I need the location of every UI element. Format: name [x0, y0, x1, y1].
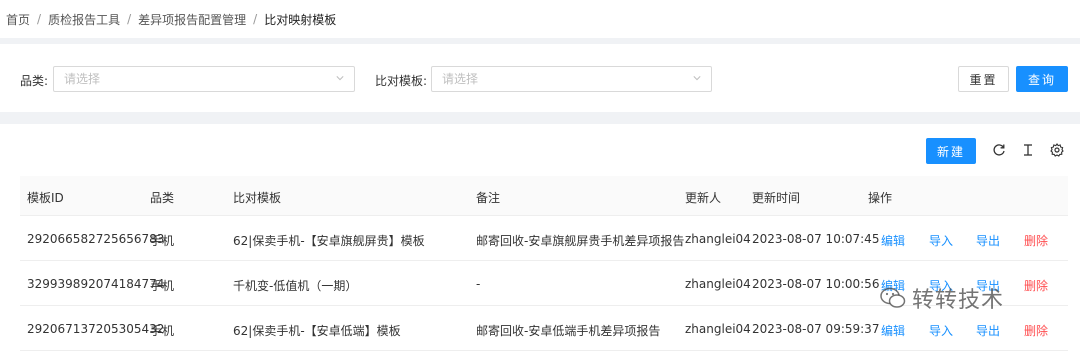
template-placeholder: 请选择	[442, 72, 479, 86]
breadcrumb-current: 比对映射模板	[264, 12, 337, 27]
breadcrumb: 首页 / 质检报告工具 / 差异项报告配置管理 / 比对映射模板	[0, 0, 1080, 38]
chevron-down-icon	[693, 76, 701, 81]
reset-button[interactable]: 重置	[958, 66, 1009, 92]
delete-link[interactable]: 删除	[1024, 277, 1048, 294]
watermark-text: 转转技术	[912, 288, 1005, 313]
import-link[interactable]: 导入	[929, 322, 953, 339]
import-link[interactable]: 导入	[929, 232, 953, 249]
table-header: 模板ID 品类 比对模板 备注 更新人 更新时间 操作	[20, 176, 1068, 216]
cell-updater: zhanglei04	[685, 322, 751, 336]
table-row: 292066582725656783 手机 62|保卖手机-【安卓旗舰屏贵】模板…	[20, 216, 1068, 261]
cell-remark: 邮寄回收-安卓旗舰屏贵手机差异项报告	[476, 234, 685, 248]
column-header-category[interactable]: 品类	[150, 189, 174, 206]
cell-template: 62|保卖手机-【安卓旗舰屏贵】模板	[233, 234, 425, 248]
breadcrumb-separator: /	[37, 12, 42, 26]
filter-panel: 品类: 请选择 比对模板: 请选择 重置 查询	[0, 44, 1080, 112]
column-header-updater[interactable]: 更新人	[685, 189, 721, 206]
breadcrumb-quality-report-tool[interactable]: 质检报告工具	[48, 11, 120, 28]
cell-updated-at: 2023-08-07 10:00:56	[752, 277, 880, 291]
cell-template-id: 292066582725656783	[27, 232, 165, 246]
cell-remark: 邮寄回收-安卓低端手机差异项报告	[476, 324, 661, 338]
cell-template: 千机变-低值机（一期）	[233, 279, 358, 293]
reload-icon[interactable]	[992, 143, 1006, 157]
column-header-template-id[interactable]: 模板ID	[27, 189, 64, 206]
export-link[interactable]: 导出	[976, 322, 1000, 339]
breadcrumb-diff-report-config[interactable]: 差异项报告配置管理	[138, 11, 246, 28]
cell-remark: -	[476, 277, 481, 291]
column-header-remark[interactable]: 备注	[476, 189, 500, 206]
template-label: 比对模板:	[375, 74, 428, 88]
new-button[interactable]: 新建	[926, 138, 976, 164]
cell-updater: zhanglei04	[685, 277, 751, 291]
category-label: 品类:	[20, 74, 49, 88]
cell-category: 手机	[150, 234, 175, 248]
breadcrumb-separator: /	[253, 12, 258, 26]
table-panel: 新建 模板ID 品类 比对模板 备注 更新人 更新时间 操作 292066582…	[0, 124, 1080, 353]
column-header-updated-at[interactable]: 更新时间	[752, 189, 800, 206]
cell-template-id: 292067137205305432	[27, 322, 165, 336]
cell-template-id: 329939892074184774	[27, 277, 165, 291]
cell-updated-at: 2023-08-07 09:59:37	[752, 322, 880, 336]
category-select[interactable]: 请选择	[53, 66, 355, 92]
cell-updated-at: 2023-08-07 10:07:45	[752, 232, 880, 246]
cell-category: 手机	[150, 324, 175, 338]
settings-icon[interactable]	[1050, 143, 1064, 157]
breadcrumb-separator: /	[127, 12, 132, 26]
delete-link[interactable]: 删除	[1024, 322, 1048, 339]
category-placeholder: 请选择	[64, 72, 101, 86]
query-button[interactable]: 查询	[1016, 66, 1068, 92]
export-link[interactable]: 导出	[976, 232, 1000, 249]
column-header-actions: 操作	[868, 191, 893, 205]
delete-link[interactable]: 删除	[1024, 232, 1048, 249]
column-height-icon[interactable]	[1021, 143, 1035, 157]
wechat-icon	[880, 287, 906, 308]
breadcrumb-home[interactable]: 首页	[6, 11, 30, 28]
template-select[interactable]: 请选择	[431, 66, 712, 92]
chevron-down-icon	[336, 76, 344, 81]
edit-link[interactable]: 编辑	[881, 232, 905, 249]
cell-template: 62|保卖手机-【安卓低端】模板	[233, 324, 401, 338]
watermark: 转转技术	[880, 282, 1004, 314]
edit-link[interactable]: 编辑	[881, 322, 905, 339]
column-header-template[interactable]: 比对模板	[233, 189, 281, 206]
cell-category: 手机	[150, 279, 175, 293]
cell-updater: zhanglei04	[685, 232, 751, 246]
